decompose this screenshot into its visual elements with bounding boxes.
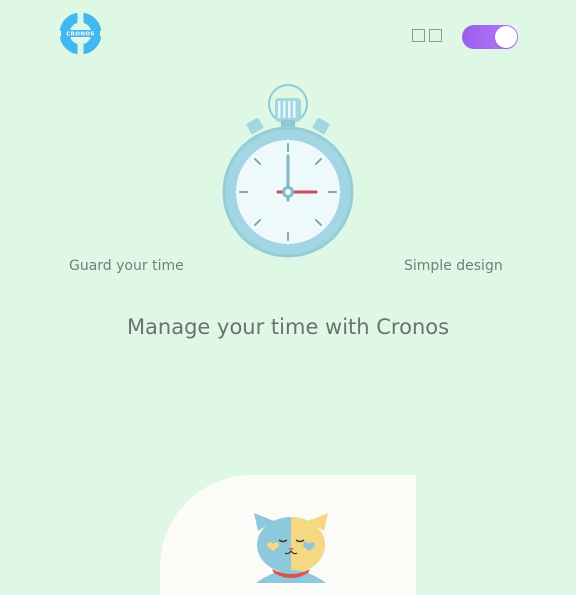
- language-option-1[interactable]: [412, 29, 425, 42]
- mascot-card: [160, 475, 416, 595]
- theme-toggle[interactable]: [462, 25, 518, 49]
- language-option-2[interactable]: [429, 29, 442, 42]
- cronos-logo-icon: CRONOS: [58, 11, 103, 56]
- cronos-logo[interactable]: CRONOS: [58, 11, 103, 56]
- stopwatch-icon: [222, 84, 354, 258]
- feature-simple-design: Simple design: [404, 258, 503, 274]
- stopwatch-illustration: [218, 84, 358, 262]
- logo-text: CRONOS: [66, 32, 95, 38]
- cat-mascot-icon: [254, 513, 328, 583]
- page-headline: Manage your time with Cronos: [126, 315, 450, 339]
- feature-guard-time: Guard your time: [69, 258, 184, 274]
- language-selector: [412, 29, 442, 42]
- toggle-knob: [495, 26, 517, 48]
